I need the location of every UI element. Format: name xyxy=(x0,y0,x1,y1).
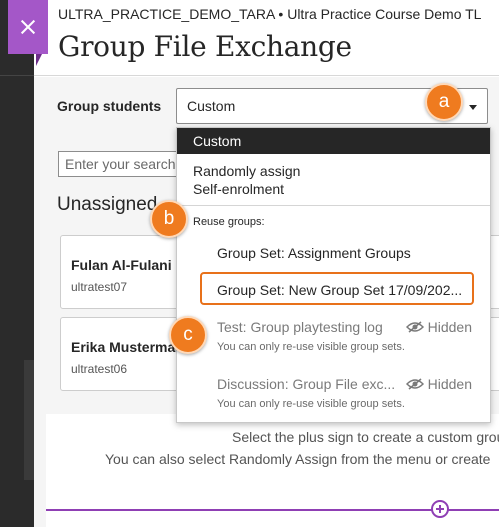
help-text-line: Select the plus sign to create a custom … xyxy=(232,429,499,445)
custom-group-help-area: Select the plus sign to create a custom … xyxy=(46,414,499,527)
callout-badge-a: a xyxy=(425,83,463,121)
hidden-label: Hidden xyxy=(427,376,472,392)
strip-divider xyxy=(0,75,34,76)
help-text-line: You can also select Randomly Assign from… xyxy=(105,451,491,467)
hidden-status: Hidden xyxy=(405,319,472,335)
strip-mark xyxy=(24,360,34,480)
hidden-label: Hidden xyxy=(427,319,472,335)
eye-slash-icon xyxy=(405,378,424,390)
callout-badge-c: c xyxy=(169,316,207,354)
eye-slash-icon xyxy=(405,321,424,333)
student-username: ultratest07 xyxy=(71,280,128,294)
page-title: Group File Exchange xyxy=(58,30,352,63)
callout-badge-b: b xyxy=(150,200,188,238)
panel-header: ULTRA_PRACTICE_DEMO_TARA • Ultra Practic… xyxy=(34,0,499,76)
hidden-status: Hidden xyxy=(405,376,472,392)
chevron-down-icon xyxy=(469,105,477,110)
group-students-label: Group students xyxy=(57,98,162,114)
menu-option-randomly-assign[interactable]: Randomly assign xyxy=(177,163,490,179)
close-button[interactable] xyxy=(8,0,48,66)
student-username: ultratest06 xyxy=(71,362,128,376)
reuse-note: You can only re-use visible group sets. xyxy=(217,341,405,353)
unassigned-heading: Unassigned xyxy=(57,194,158,215)
menu-option-group-set[interactable]: Group Set: Assignment Groups xyxy=(177,245,490,261)
menu-option-group-set[interactable]: Group Set: New Group Set 17/09/202... xyxy=(177,282,490,298)
menu-divider xyxy=(177,205,490,206)
student-name: Fulan Al-Fulani xyxy=(71,257,172,273)
reuse-note: You can only re-use visible group sets. xyxy=(217,398,405,410)
course-breadcrumb[interactable]: ULTRA_PRACTICE_DEMO_TARA • Ultra Practic… xyxy=(58,6,481,22)
left-sidebar-strip xyxy=(0,0,34,527)
close-icon xyxy=(20,19,36,35)
group-students-dropdown-menu: Custom Randomly assign Self-enrolment Re… xyxy=(176,127,491,423)
plus-circle-icon[interactable] xyxy=(431,500,449,518)
reuse-groups-heading: Reuse groups: xyxy=(193,216,265,228)
group-students-selected-value: Custom xyxy=(187,98,236,114)
menu-option-self-enrolment[interactable]: Self-enrolment xyxy=(177,181,490,197)
menu-option-custom[interactable]: Custom xyxy=(177,128,490,154)
